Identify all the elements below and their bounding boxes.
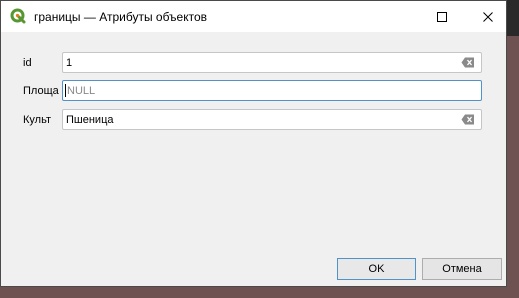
text-caret xyxy=(65,84,66,97)
window-title: границы — Атрибуты объектов xyxy=(34,10,208,24)
qgis-icon xyxy=(10,8,26,24)
maximize-icon xyxy=(437,11,447,22)
area-field-placeholder: NULL xyxy=(67,85,96,97)
field-label-area: Площа xyxy=(23,85,59,97)
crop-field[interactable]: Пшеница xyxy=(62,109,482,130)
clear-icon[interactable] xyxy=(461,57,475,68)
cancel-button[interactable]: Отмена xyxy=(422,258,502,280)
clear-icon[interactable] xyxy=(461,114,475,125)
area-field[interactable]: NULL xyxy=(62,80,482,101)
crop-field-value: Пшеница xyxy=(66,114,114,126)
field-label-id: id xyxy=(23,57,32,69)
maximize-button[interactable] xyxy=(419,1,465,32)
attributes-dialog: границы — Атрибуты объектов id 1 Площа N… xyxy=(0,0,507,287)
field-label-crop: Культ xyxy=(23,114,51,126)
title-bar[interactable]: границы — Атрибуты объектов xyxy=(1,1,506,32)
close-button[interactable] xyxy=(465,1,506,32)
id-field-value: 1 xyxy=(66,57,73,69)
ok-button[interactable]: OK xyxy=(337,258,416,280)
close-icon xyxy=(483,11,493,22)
id-field[interactable]: 1 xyxy=(62,52,482,73)
